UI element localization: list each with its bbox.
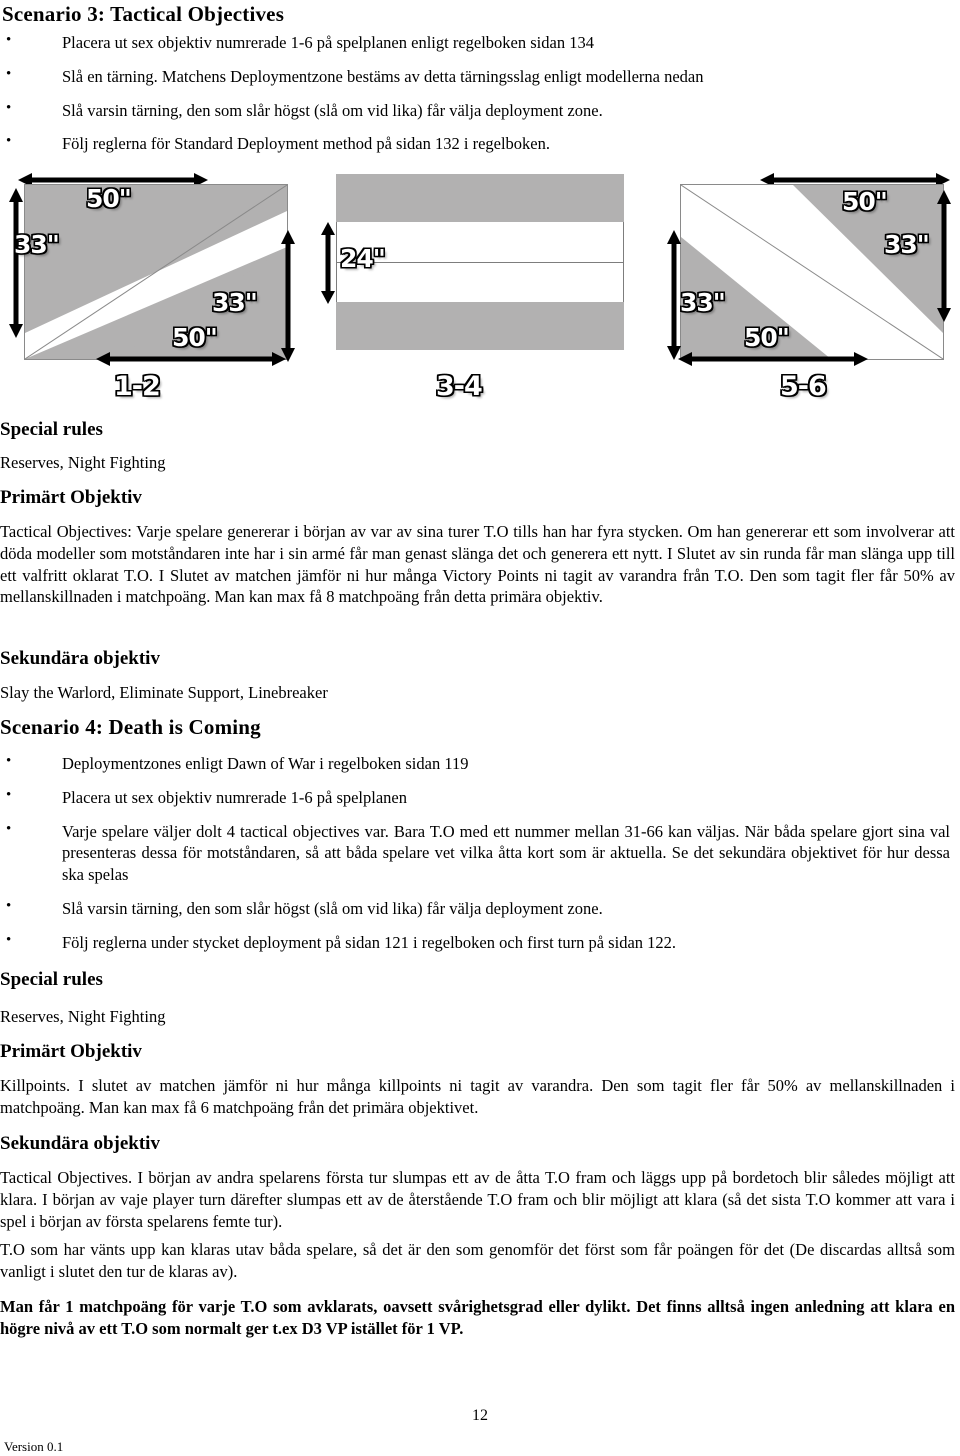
dimension-label-50-bottom: 50": [172, 323, 218, 352]
footer-version: Version 0.1: [4, 1439, 64, 1454]
document-page: Scenario 3: Tactical Objectives Placera …: [0, 0, 960, 1456]
list-item: Deploymentzones enligt Dawn of War i reg…: [0, 752, 950, 775]
list-item: Slå varsin tärning, den som slår högst (…: [0, 897, 950, 920]
scenario4-primary-text: Killpoints. I slutet av matchen jämför n…: [0, 1076, 955, 1117]
scenario3-special-rules-text: Reserves, Night Fighting: [0, 453, 166, 472]
scenario4-secondary-heading: Sekundära objektiv: [0, 1133, 160, 1154]
dimension-label-33-right: 33": [884, 230, 930, 259]
scenario3-secondary-text: Slay the Warlord, Eliminate Support, Lin…: [0, 683, 328, 702]
deployment-zone-bottom: [336, 302, 624, 350]
diagram-name-1-2: 1-2: [114, 371, 161, 402]
dimension-arrow-right: [937, 190, 951, 322]
dimension-label-33-right: 33": [212, 288, 258, 317]
scenario3-heading: Scenario 3: Tactical Objectives: [2, 2, 285, 26]
scenario4-special-rules-heading: Special rules: [0, 969, 103, 990]
dimension-label-24: 24": [340, 244, 386, 273]
scenario3-special-rules-heading: Special rules: [0, 419, 103, 440]
scenario4-special-rules-text: Reserves, Night Fighting: [0, 1007, 166, 1026]
board-1-2: [24, 184, 288, 360]
scenario3-secondary-heading: Sekundära objektiv: [0, 648, 160, 669]
scenario4-secondary-para-3: Man får 1 matchpoäng för varje T.O som a…: [0, 1297, 955, 1338]
scenario4-primary-heading: Primärt Objektiv: [0, 1041, 142, 1062]
scenario3-primary-heading: Primärt Objektiv: [0, 487, 142, 508]
deployment-diagram-1-2: 50" 33" 33" 50" 1-2: [0, 168, 310, 408]
dimension-label-33-left: 33": [14, 230, 60, 259]
dimension-arrow-right: [281, 230, 295, 362]
scenario4-heading: Scenario 4: Death is Coming: [0, 715, 261, 739]
list-item: Placera ut sex objektiv numrerade 1-6 på…: [0, 31, 950, 54]
deployment-zone-top: [336, 174, 624, 222]
dimension-arrow-24: [321, 222, 335, 304]
page-number: 12: [472, 1407, 488, 1424]
scenario4-secondary-para-1: Tactical Objectives. I början av andra s…: [0, 1168, 955, 1231]
deployment-zone-diagrams: 50" 33" 33" 50" 1-2 24" 3-4 50" 33" 33" …: [0, 168, 960, 408]
list-item: Slå en tärning. Matchens Deploymentzone …: [0, 65, 950, 88]
scenario4-secondary-para-2: T.O som har vänts upp kan klaras utav bå…: [0, 1240, 955, 1281]
list-item: Följ reglerna för Standard Deployment me…: [0, 132, 950, 155]
dimension-label-50-top: 50": [842, 187, 888, 216]
dimension-label-33-left: 33": [680, 288, 726, 317]
list-item: Varje spelare väljer dolt 4 tactical obj…: [0, 820, 950, 886]
deployment-diagram-3-4: 24" 3-4: [310, 168, 640, 408]
scenario3-bullet-list: Placera ut sex objektiv numrerade 1-6 på…: [0, 31, 950, 167]
scenario3-primary-text: Tactical Objectives: Varje spelare gener…: [0, 522, 955, 607]
list-item: Slå varsin tärning, den som slår högst (…: [0, 99, 950, 122]
dimension-label-50-top: 50": [86, 184, 132, 213]
list-item: Följ reglerna under stycket deployment p…: [0, 931, 950, 954]
diagram-name-5-6: 5-6: [780, 371, 827, 402]
scenario4-bullet-list: Deploymentzones enligt Dawn of War i reg…: [0, 752, 950, 965]
dimension-label-50-bottom: 50": [744, 323, 790, 352]
dimension-arrow-bottom: [678, 352, 868, 366]
dimension-arrow-left: [9, 188, 23, 338]
dimension-arrow-bottom: [96, 352, 286, 366]
list-item: Placera ut sex objektiv numrerade 1-6 på…: [0, 786, 950, 809]
diagram-name-3-4: 3-4: [436, 371, 483, 402]
board-5-6: [680, 184, 944, 360]
deployment-diagram-5-6: 50" 33" 33" 50" 5-6: [640, 168, 960, 408]
